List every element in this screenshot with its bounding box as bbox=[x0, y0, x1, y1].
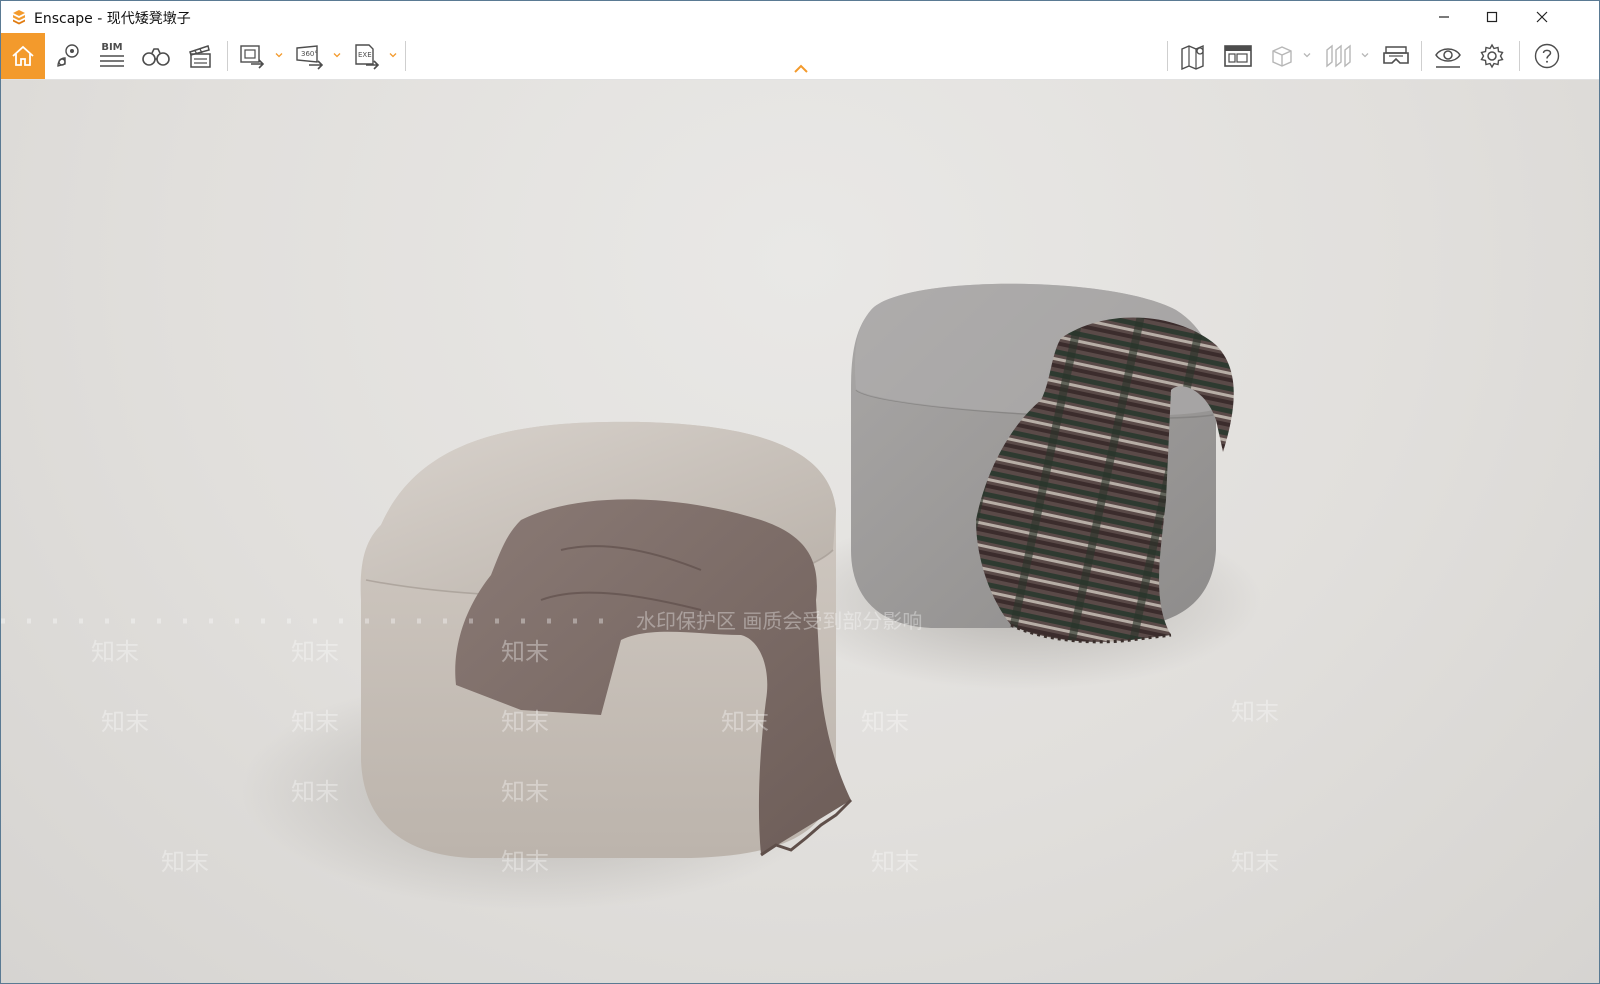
help-icon bbox=[1534, 43, 1560, 69]
chevron-down-icon[interactable] bbox=[389, 51, 397, 59]
map-icon bbox=[1181, 44, 1204, 70]
sections-icon bbox=[1326, 44, 1351, 68]
watermark-brand: 知末 bbox=[861, 708, 909, 736]
asset-library-icon bbox=[1224, 45, 1252, 67]
export-360-icon: 360° bbox=[296, 45, 324, 70]
chevron-down-icon[interactable] bbox=[333, 51, 341, 59]
views-pin-icon bbox=[57, 44, 79, 67]
watermark-brand: 知末 bbox=[501, 848, 549, 876]
home-icon bbox=[12, 45, 34, 66]
export-exe-button[interactable]: EXE bbox=[349, 33, 385, 79]
cube-view-icon bbox=[1272, 46, 1292, 67]
watermark-brand: 知末 bbox=[1231, 848, 1279, 876]
watermark-brand: 知末 bbox=[161, 848, 209, 876]
walk-mode-button[interactable] bbox=[137, 33, 175, 79]
export-image-button[interactable] bbox=[235, 33, 271, 79]
toolbar-separator bbox=[405, 41, 406, 71]
watermark-brand: 知末 bbox=[501, 778, 549, 806]
watermark-brand: 知末 bbox=[91, 638, 139, 666]
help-button[interactable] bbox=[1527, 33, 1567, 79]
visual-settings-button[interactable] bbox=[1429, 33, 1467, 79]
window-title: Enscape - 现代矮凳墩子 bbox=[34, 11, 191, 27]
export-360-button[interactable]: 360° bbox=[291, 33, 329, 79]
map-button[interactable] bbox=[1175, 33, 1213, 79]
collapse-toolbar-chevron-up-icon[interactable] bbox=[792, 63, 810, 75]
maximize-button[interactable] bbox=[1469, 1, 1515, 33]
gear-icon bbox=[1480, 43, 1504, 69]
minimize-button[interactable] bbox=[1421, 1, 1467, 33]
watermark-brand: 知末 bbox=[871, 848, 919, 876]
sections-button[interactable] bbox=[1319, 33, 1357, 79]
svg-text:EXE: EXE bbox=[358, 51, 372, 59]
rendered-scene: 水印保护区 画质会受到部分影响 知末 知末 知末 知末 知末 知末 知末 知末 … bbox=[1, 283, 1279, 910]
watermark-brand: 知末 bbox=[101, 708, 149, 736]
title-bar[interactable]: Enscape - 现代矮凳墩子 bbox=[1, 1, 1599, 33]
watermark-brand: 知末 bbox=[291, 638, 339, 666]
visual-settings-eye-icon bbox=[1435, 48, 1461, 68]
home-button[interactable] bbox=[1, 33, 45, 79]
maximize-icon bbox=[1486, 11, 1498, 23]
views-button[interactable] bbox=[49, 33, 87, 79]
chevron-down-icon[interactable] bbox=[1361, 51, 1369, 59]
export-image-icon bbox=[240, 45, 265, 69]
bim-button[interactable]: BIM bbox=[93, 33, 131, 79]
binoculars-icon bbox=[142, 48, 170, 66]
watermark-brand: 知末 bbox=[721, 708, 769, 736]
minimize-icon bbox=[1439, 16, 1449, 18]
vr-headset-icon bbox=[1383, 46, 1409, 64]
enscape-window: Enscape - 现代矮凳墩子 BIM 360° EXE 水印保护区 画质会受… bbox=[0, 0, 1600, 984]
svg-text:360°: 360° bbox=[301, 50, 318, 58]
watermark-brand: 知末 bbox=[1231, 698, 1279, 726]
close-button[interactable] bbox=[1519, 1, 1565, 33]
toolbar-separator bbox=[1167, 41, 1168, 71]
bim-label: BIM bbox=[101, 41, 123, 53]
enscape-logo-icon bbox=[11, 9, 27, 25]
watermark-brand: 知末 bbox=[291, 708, 339, 736]
video-editor-button[interactable] bbox=[181, 33, 219, 79]
cube-view-button[interactable] bbox=[1265, 33, 1299, 79]
export-exe-icon: EXE bbox=[355, 44, 380, 70]
chevron-down-icon[interactable] bbox=[275, 51, 283, 59]
toolbar-separator bbox=[1421, 41, 1422, 71]
watermark-brand: 知末 bbox=[291, 778, 339, 806]
close-icon bbox=[1536, 11, 1548, 23]
watermark-brand: 知末 bbox=[501, 708, 549, 736]
render-viewport[interactable]: 水印保护区 画质会受到部分影响 知末 知末 知末 知末 知末 知末 知末 知末 … bbox=[1, 80, 1599, 983]
vr-headset-button[interactable] bbox=[1377, 33, 1415, 79]
asset-library-button[interactable] bbox=[1219, 33, 1257, 79]
settings-button[interactable] bbox=[1473, 33, 1511, 79]
chevron-down-icon[interactable] bbox=[1303, 51, 1311, 59]
watermark-notice: 水印保护区 画质会受到部分影响 bbox=[636, 609, 922, 633]
clapper-icon bbox=[189, 45, 211, 68]
toolbar-separator bbox=[227, 41, 228, 71]
bim-icon bbox=[100, 54, 124, 67]
watermark-brand: 知末 bbox=[501, 638, 549, 666]
toolbar-separator bbox=[1519, 41, 1520, 71]
